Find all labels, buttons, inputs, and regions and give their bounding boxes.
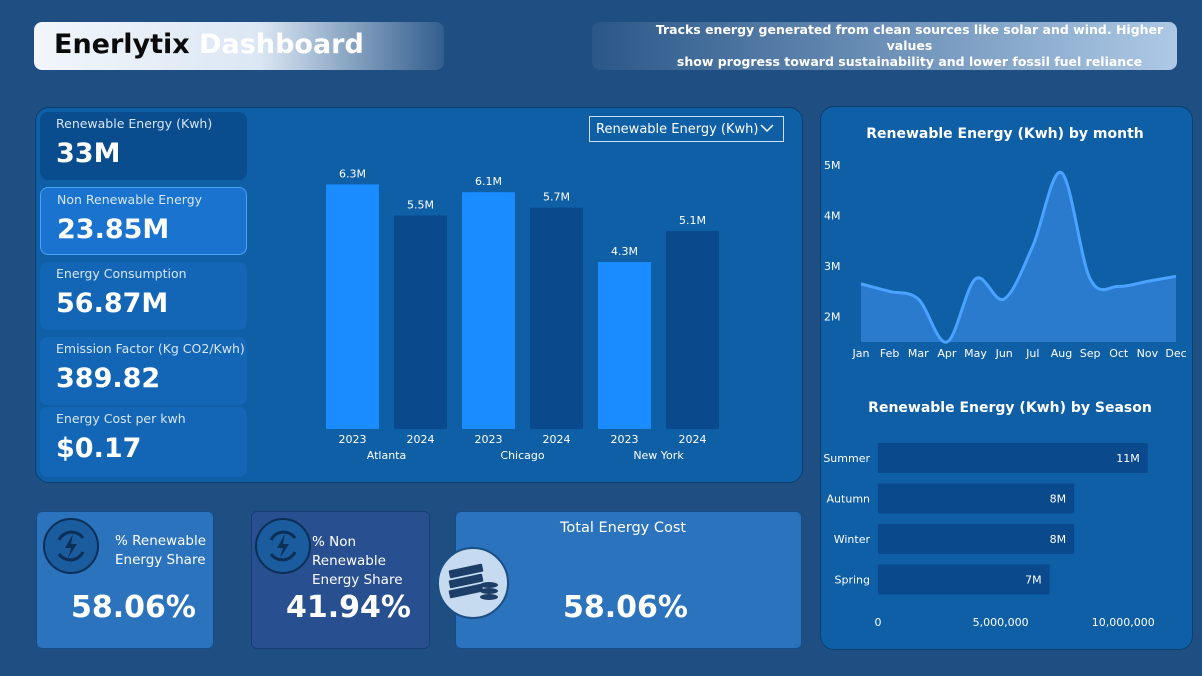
- chart-title: Renewable Energy (Kwh) by month: [866, 126, 1144, 142]
- bar-chicago-2024[interactable]: [530, 207, 583, 429]
- bar-spring[interactable]: [878, 564, 1050, 595]
- bar-data-label: 5.5M: [407, 198, 434, 211]
- chevron-down-icon: [759, 120, 775, 140]
- kpi-label: Non Renewable Energy: [57, 192, 203, 207]
- y-tick-label: 4M: [824, 210, 841, 223]
- kpi-value: 56.87M: [56, 288, 169, 319]
- bar-data-label: 5.1M: [679, 214, 706, 227]
- renewable-energy-icon: [43, 518, 99, 574]
- bar-data-label: 8M: [1050, 533, 1067, 546]
- bar-chicago-2023[interactable]: [462, 192, 515, 429]
- y-tick-label: Spring: [835, 574, 871, 587]
- bar-winter[interactable]: [878, 524, 1075, 554]
- y-tick-label: 5M: [824, 159, 841, 172]
- bar-atlanta-2024[interactable]: [394, 215, 447, 429]
- x-tick-label: Oct: [1109, 347, 1129, 360]
- x-tick-label: 2024: [543, 433, 571, 446]
- bar-data-label: 8M: [1050, 493, 1067, 506]
- x-tick-label: 10,000,000: [1092, 616, 1155, 629]
- city-bar-chart[interactable]: 6.3M20235.5M2024Atlanta6.1M20235.7M2024C…: [300, 145, 740, 470]
- chart-title: Renewable Energy (Kwh) by Season: [868, 400, 1152, 416]
- y-tick-label: 2M: [824, 311, 841, 324]
- kpi-renewable-energy[interactable]: Renewable Energy (Kwh) 33M: [40, 112, 247, 180]
- kpi-value: 33M: [56, 138, 121, 169]
- dashboard-description: Tracks energy generated from clean sourc…: [655, 22, 1164, 69]
- x-tick-label: Mar: [908, 347, 929, 360]
- x-tick-label: Jan: [852, 347, 870, 360]
- x-tick-label: 2023: [339, 433, 367, 446]
- dashboard-title: Enerlytix Dashboard: [54, 29, 364, 60]
- y-tick-label: Autumn: [827, 493, 870, 506]
- x-tick-label: Jul: [1025, 347, 1039, 360]
- x-tick-label: Aug: [1051, 347, 1072, 360]
- non-renewable-share-label: % Non Renewable Energy Share: [312, 534, 403, 588]
- x-tick-label: 2024: [407, 433, 435, 446]
- bar-summer[interactable]: [878, 443, 1148, 473]
- kpi-label: Renewable Energy (Kwh): [56, 116, 213, 131]
- y-tick-label: Winter: [834, 533, 871, 546]
- total-energy-cost-value: 58.06%: [563, 590, 688, 625]
- bar-data-label: 6.1M: [475, 175, 502, 188]
- bar-data-label: 7M: [1025, 574, 1042, 587]
- non-renewable-energy-icon: [255, 518, 311, 574]
- bar-new-york-2023[interactable]: [598, 262, 651, 429]
- non-renewable-share-value: 41.94%: [286, 590, 411, 625]
- group-label: Chicago: [500, 449, 544, 462]
- kpi-energy-cost[interactable]: Energy Cost per kwh $0.17: [40, 407, 247, 477]
- money-stack-icon: [437, 547, 509, 619]
- kpi-label: Energy Cost per kwh: [56, 411, 186, 426]
- x-tick-label: May: [964, 347, 987, 360]
- kpi-energy-consumption[interactable]: Energy Consumption 56.87M: [40, 262, 247, 330]
- kpi-value: $0.17: [56, 433, 142, 464]
- x-tick-label: Jun: [995, 347, 1013, 360]
- bar-autumn[interactable]: [878, 483, 1075, 514]
- bar-new-york-2024[interactable]: [666, 231, 719, 429]
- month-area-chart[interactable]: Renewable Energy (Kwh) by month 2M 3M 4M 5M J…: [820, 110, 1190, 370]
- x-tick-label: Nov: [1137, 347, 1159, 360]
- x-tick-label: Dec: [1165, 347, 1186, 360]
- bar-data-label: 11M: [1116, 452, 1140, 465]
- bar-data-label: 4.3M: [611, 245, 638, 258]
- x-tick-label: 2023: [475, 433, 503, 446]
- x-tick-label: 2023: [611, 433, 639, 446]
- measure-dropdown-value: Renewable Energy (Kwh): [596, 122, 759, 137]
- y-tick-label: 3M: [824, 260, 841, 273]
- x-tick-label: 5,000,000: [973, 616, 1029, 629]
- measure-dropdown[interactable]: Renewable Energy (Kwh): [589, 116, 784, 142]
- kpi-label: Emission Factor (Kg CO2/Kwh): [56, 341, 245, 356]
- description-banner: Tracks energy generated from clean sourc…: [592, 22, 1177, 70]
- y-tick-label: Summer: [823, 452, 870, 465]
- x-tick-label: 2024: [679, 433, 707, 446]
- renewable-share-value: 58.06%: [71, 590, 196, 625]
- non-renewable-share-card[interactable]: % Non Renewable Energy Share 41.94%: [251, 511, 430, 649]
- renewable-share-card[interactable]: % Renewable Energy Share 58.06%: [36, 511, 214, 649]
- kpi-label: Energy Consumption: [56, 266, 187, 281]
- kpi-value: 23.85M: [57, 214, 170, 245]
- group-label: Atlanta: [367, 449, 406, 462]
- title-banner: Enerlytix Dashboard: [34, 22, 444, 70]
- x-tick-label: Sep: [1080, 347, 1101, 360]
- renewable-share-label: % Renewable Energy Share: [115, 533, 206, 568]
- bar-atlanta-2023[interactable]: [326, 184, 379, 429]
- season-bar-chart[interactable]: Renewable Energy (Kwh) by Season Summer 11…: [820, 390, 1190, 640]
- area-fill: [861, 172, 1176, 343]
- total-energy-cost-label: Total Energy Cost: [560, 520, 687, 536]
- x-tick-label: Feb: [880, 347, 899, 360]
- x-tick-label: Apr: [937, 347, 957, 360]
- kpi-value: 389.82: [56, 363, 161, 394]
- group-label: New York: [633, 449, 684, 462]
- bar-data-label: 5.7M: [543, 191, 570, 204]
- x-tick-label: 0: [875, 616, 882, 629]
- kpi-non-renewable-energy[interactable]: Non Renewable Energy 23.85M: [40, 187, 247, 255]
- kpi-emission-factor[interactable]: Emission Factor (Kg CO2/Kwh) 389.82: [40, 337, 247, 405]
- bar-data-label: 6.3M: [339, 167, 366, 180]
